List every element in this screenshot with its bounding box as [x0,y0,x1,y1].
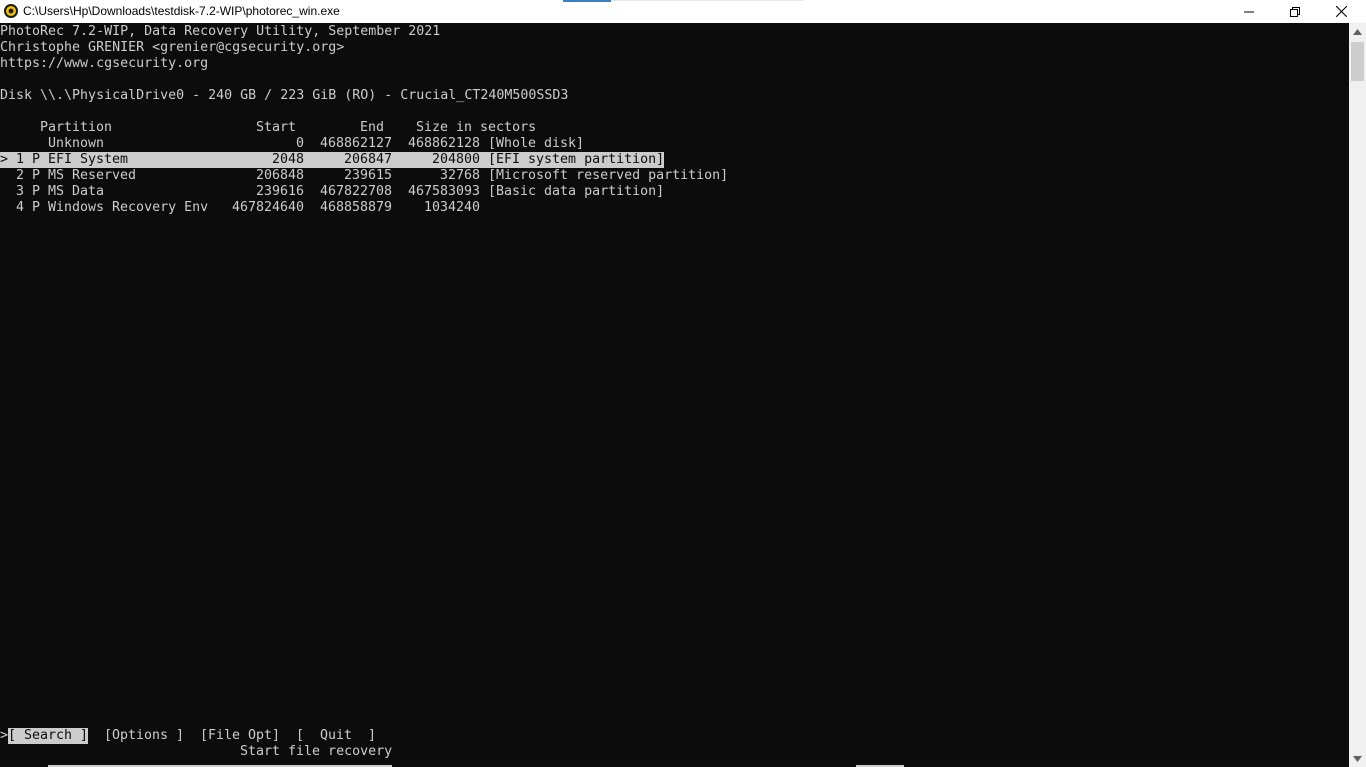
table-row-selected[interactable]: > 1 P EFI System 2048 206847 204800 [EFI… [0,152,664,168]
quit-button[interactable]: [ Quit ] [296,728,376,744]
row-name: EFI System [48,152,129,167]
console-area[interactable]: PhotoRec 7.2-WIP, Data Recovery Utility,… [0,23,1349,767]
restore-button[interactable] [1272,0,1318,23]
console-window: C:\Users\Hp\Downloads\testdisk-7.2-WIP\p… [0,0,1366,767]
row-type: P [32,184,41,199]
title-accent-line [611,0,803,1]
row-end: 239615 [343,168,392,183]
row-number: 3 [16,184,25,199]
row-name: Unknown [48,136,105,151]
header-line-3: https://www.cgsecurity.org [0,56,209,71]
row-type: P [32,168,41,183]
scroll-thumb[interactable] [1351,42,1364,81]
chevron-down-icon [1353,755,1362,762]
row-type: P [32,200,41,215]
header-start: Start [256,120,297,135]
file-opt-button[interactable]: [File Opt] [200,728,280,744]
close-icon [1335,6,1347,17]
row-end: 467822708 [320,184,393,199]
row-desc: [EFI system partition] [488,152,665,167]
row-start: 2048 [271,152,304,167]
row-size: 204800 [431,152,480,167]
menu-hint: Start file recovery [240,744,393,759]
table-row[interactable]: 3 P MS Data 239616 467822708 467583093 [… [0,184,760,200]
header-line-2: Christophe GRENIER <grenier@cgsecurity.o… [0,40,345,55]
row-end: 468862127 [320,136,393,151]
row-start: 467824640 [232,200,305,215]
minimize-button[interactable] [1226,0,1272,23]
options-button[interactable]: [Options ] [104,728,184,744]
restore-icon [1290,6,1300,17]
header-line-1: PhotoRec 7.2-WIP, Data Recovery Utility,… [0,24,441,39]
row-start: 0 [295,136,304,151]
vertical-scrollbar[interactable] [1349,23,1366,767]
row-cursor: > [0,152,9,167]
row-size: 32768 [439,168,480,183]
row-desc: [Basic data partition] [488,184,665,199]
minimize-icon [1244,11,1254,12]
row-end: 468858879 [320,200,393,215]
header-end: End [360,120,385,135]
row-number: 2 [16,168,25,183]
search-button[interactable]: [ Search ] [8,728,89,744]
row-size: 1034240 [423,200,480,215]
row-start: 239616 [255,184,304,199]
window-title: C:\Users\Hp\Downloads\testdisk-7.2-WIP\p… [23,4,340,18]
scroll-up-button[interactable] [1349,23,1366,40]
header-partition: Partition [40,120,113,135]
table-row[interactable]: 2 P MS Reserved 206848 239615 32768 [Mic… [0,168,760,184]
photorec-app-icon[interactable] [3,3,19,19]
title-accent [563,0,611,2]
row-name: Windows Recovery Env [48,200,209,215]
row-start: 206848 [255,168,304,183]
close-button[interactable] [1318,0,1364,23]
row-size: 467583093 [408,184,481,199]
table-row[interactable]: Unknown 0 468862127 468862128 [Whole dis… [0,136,760,152]
scroll-down-button[interactable] [1349,750,1366,767]
row-name: MS Data [48,184,105,199]
row-number: 1 [16,152,25,167]
table-header: Partition Start End Size in sectors [0,120,760,136]
row-end: 206847 [343,152,392,167]
disk-line: Disk \\.\PhysicalDrive0 - 240 GB / 223 G… [0,88,569,103]
row-desc: [Whole disk] [488,136,585,151]
table-row[interactable]: 4 P Windows Recovery Env 467824640 46885… [0,200,760,216]
chevron-up-icon [1353,28,1362,35]
row-desc: [Microsoft reserved partition] [488,168,729,183]
title-bar[interactable]: C:\Users\Hp\Downloads\testdisk-7.2-WIP\p… [0,0,1366,23]
row-name: MS Reserved [48,168,137,183]
row-size: 468862128 [408,136,481,151]
menu-cursor: > [0,728,9,743]
row-number: 4 [16,200,25,215]
row-type: P [32,152,41,167]
header-size: Size in sectors [416,120,537,135]
